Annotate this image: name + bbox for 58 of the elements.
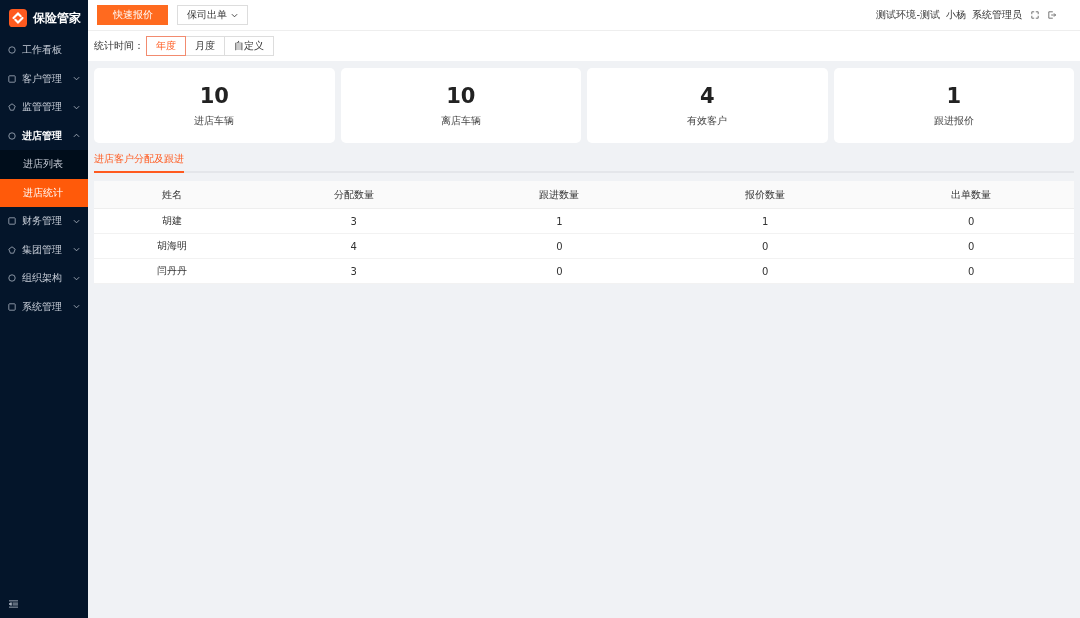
table-cell: 1 <box>662 208 869 234</box>
sidebar-item[interactable]: 集团管理 <box>0 235 88 264</box>
menu-icon <box>8 245 16 254</box>
table-cell: 3 <box>250 258 457 284</box>
table-cell: 闫丹丹 <box>94 258 251 284</box>
stat-value: 10 <box>199 83 229 108</box>
table-cell: 胡建 <box>94 208 251 234</box>
column-header: 姓名 <box>94 181 251 209</box>
table-cell: 0 <box>662 233 869 259</box>
table-cell: 3 <box>250 208 457 234</box>
sidebar-item[interactable]: 组织架构 <box>0 264 88 293</box>
column-header: 报价数量 <box>662 181 869 209</box>
menu-icon <box>8 274 16 283</box>
app-name: 保险管家 <box>33 9 81 27</box>
table-cell: 0 <box>662 258 869 284</box>
fullscreen-icon[interactable] <box>1031 11 1039 19</box>
menu-icon <box>8 217 16 226</box>
column-header: 出单数量 <box>868 181 1074 209</box>
column-header: 跟进数量 <box>456 181 663 209</box>
menu-icon <box>8 103 16 112</box>
menu-icon <box>8 46 16 55</box>
sidebar-item[interactable]: 客户管理 <box>0 64 88 93</box>
column-header: 分配数量 <box>250 181 457 209</box>
stat-value: 10 <box>446 83 476 108</box>
table-cell: 0 <box>456 258 663 284</box>
user-name: 小杨 <box>946 8 966 22</box>
submenu-item[interactable]: 进店列表 <box>0 150 88 179</box>
sidebar-item[interactable]: 工作看板 <box>0 36 88 65</box>
table-cell: 0 <box>868 208 1074 234</box>
table-cell: 0 <box>868 233 1074 259</box>
menu-icon <box>8 74 16 83</box>
table-cell: 1 <box>456 208 663 234</box>
logo-icon <box>9 9 27 27</box>
stat-label: 跟进报价 <box>933 113 974 128</box>
filter-label: 统计时间： <box>94 39 144 53</box>
table-cell: 0 <box>456 233 663 259</box>
table-cell: 胡海明 <box>94 233 251 259</box>
menu-icon <box>8 302 16 311</box>
table-cell: 4 <box>250 233 457 259</box>
sidebar-item[interactable]: 系统管理 <box>0 292 88 321</box>
menu-icon <box>8 131 16 140</box>
sidebar-item[interactable]: 进店管理 <box>0 121 88 150</box>
period-tab[interactable]: 月度 <box>185 36 225 56</box>
stat-value: 1 <box>946 83 962 108</box>
stat-value: 4 <box>699 83 715 108</box>
stat-label: 有效客户 <box>687 113 728 128</box>
sidebar-item[interactable]: 监管管理 <box>0 93 88 122</box>
period-tab[interactable]: 自定义 <box>224 36 274 56</box>
caret-icon <box>231 12 238 18</box>
table-cell: 0 <box>868 258 1074 284</box>
menu-collapse-icon[interactable] <box>9 600 18 608</box>
stat-label: 离店车辆 <box>440 113 481 128</box>
user-role: 系统管理员 <box>972 8 1022 22</box>
dropdown-button[interactable]: 保司出单 <box>177 5 248 25</box>
sidebar-item[interactable]: 财务管理 <box>0 207 88 236</box>
stat-label: 进店车辆 <box>194 113 235 128</box>
environment-label: 测试环境-测试 <box>876 8 940 22</box>
logout-icon[interactable] <box>1048 11 1056 19</box>
